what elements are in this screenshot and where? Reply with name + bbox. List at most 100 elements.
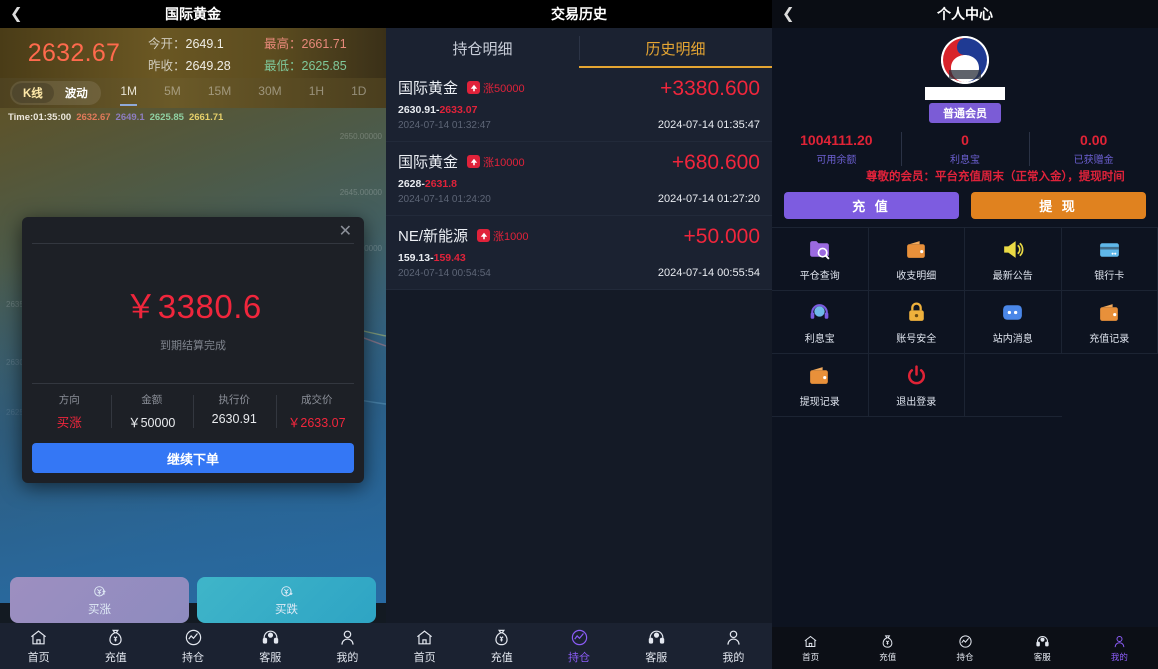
nav-home[interactable]: 首页 [386, 628, 463, 665]
grid-item-transactions[interactable]: 收支明细 [868, 228, 965, 291]
tab-kline[interactable]: K线 [12, 83, 54, 103]
row-direction-text: 涨10000 [483, 156, 525, 169]
table-row[interactable]: 国际黄金 涨10000 2628-2631.8 2024-07-14 01:24… [386, 142, 772, 216]
chart-circle-icon [185, 629, 201, 645]
period-1d[interactable]: 1D [351, 84, 366, 102]
row-symbol: 国际黄金 [398, 154, 459, 171]
nav-home[interactable]: 首页 [0, 628, 77, 665]
arrow-up-icon [477, 229, 491, 242]
nav-mine[interactable]: 我的 [1081, 634, 1158, 663]
membership-badge: 普通会员 [929, 103, 1001, 123]
yen-down-icon [280, 585, 293, 596]
low-label: 最低： [264, 58, 302, 73]
nav-support-label: 客服 [259, 651, 282, 664]
table-row[interactable]: 国际黄金 涨50000 2630.91-2633.07 2024-07-14 0… [386, 68, 772, 142]
balance-bonus-label: 已获赠金 [1073, 155, 1114, 166]
tab-volatility[interactable]: 波动 [54, 83, 99, 103]
row-open-time: 2024-07-14 01:32:47 [398, 120, 491, 131]
balance-bonus-value: 0.00 [1080, 132, 1108, 148]
row-open-time: 2024-07-14 01:24:20 [398, 194, 491, 205]
nav-mine[interactable]: 我的 [309, 628, 386, 665]
row-direction-badge: 涨1000 [477, 228, 529, 244]
dialog-header: ✕ [22, 217, 364, 243]
grid-item-recharge-records[interactable]: 充值记录 [1061, 291, 1158, 354]
grid-item-bank-card[interactable]: 银行卡 [1061, 228, 1158, 291]
back-icon[interactable]: ❮ [10, 7, 23, 22]
nav-positions[interactable]: 持仓 [926, 634, 1003, 663]
nav-recharge[interactable]: 充值 [849, 634, 926, 663]
nav-mine-label: 我的 [336, 651, 359, 664]
nav-positions[interactable]: 持仓 [154, 628, 231, 665]
period-15m[interactable]: 15M [208, 84, 231, 102]
folder-search-icon [810, 240, 830, 260]
period-30m[interactable]: 30M [258, 84, 281, 102]
grid-item-security[interactable]: 账号安全 [868, 291, 965, 354]
tab-history[interactable]: 历史明细 [579, 28, 772, 68]
panel1-topbar: ❮ 国际黄金 [0, 0, 386, 28]
wallet-icon [906, 240, 925, 258]
withdraw-button[interactable]: 提 现 [971, 192, 1146, 219]
grid-item-withdraw-records[interactable]: 提现记录 [772, 354, 869, 417]
nav-recharge[interactable]: 充值 [463, 628, 540, 665]
nav-support[interactable]: 客服 [618, 628, 695, 665]
dialog-body: ￥3380.6 到期结算完成 [22, 244, 364, 383]
row-close-time: 2024-07-14 01:27:20 [657, 193, 760, 205]
continue-order-button[interactable]: 继续下单 [32, 443, 354, 473]
chat-icon [1003, 304, 1023, 320]
table-row[interactable]: NE/新能源 涨1000 159.13-159.43 2024-07-14 00… [386, 216, 772, 290]
tab-holdings[interactable]: 持仓明细 [386, 28, 579, 68]
history-tabs: 持仓明细 历史明细 [386, 28, 772, 68]
grid-label: 利息宝 [804, 333, 835, 345]
buy-down-label: 买跌 [275, 603, 298, 616]
row-close-time: 2024-07-14 00:55:54 [657, 267, 760, 279]
recharge-button[interactable]: 充 值 [784, 192, 959, 219]
row-close-price: 159.43 [433, 252, 466, 264]
grid-item-interest[interactable]: 利息宝 [772, 291, 869, 354]
arrow-up-icon [467, 81, 481, 94]
nav-home[interactable]: 首页 [772, 634, 849, 663]
panel2-topbar: 交易历史 [386, 0, 772, 28]
nav-support[interactable]: 客服 [1004, 634, 1081, 663]
grid-item-messages[interactable]: 站内消息 [965, 291, 1062, 354]
detail-strike: 执行价 2630.91 [193, 392, 276, 431]
nav-support[interactable]: 客服 [232, 628, 309, 665]
open-label: 今开： [148, 36, 186, 51]
period-1h[interactable]: 1H [309, 84, 324, 102]
detail-settle-value: ￥2633.07 [287, 416, 346, 430]
nav-positions-label: 持仓 [182, 651, 204, 664]
detail-amount-value: ￥50000 [128, 416, 176, 430]
home-icon [804, 635, 817, 647]
grid-item-announcement[interactable]: 最新公告 [965, 228, 1062, 291]
nav-recharge[interactable]: 充值 [77, 628, 154, 665]
nav-recharge-label: 充值 [104, 651, 127, 664]
panel-trading-chart: ❮ 国际黄金 2632.67 今开：2649.1 昨收：2649.28 最高：2… [0, 0, 386, 669]
nav-mine[interactable]: 我的 [695, 628, 772, 665]
grid-item-logout[interactable]: 退出登录 [868, 354, 965, 417]
panel3-title: 个人中心 [937, 6, 993, 22]
buy-down-button[interactable]: 买跌 [197, 577, 376, 623]
nav-home-label: 首页 [27, 651, 50, 664]
row-open-time: 2024-07-14 00:54:54 [398, 268, 491, 279]
account-actions: 充 值 提 现 [772, 185, 1158, 227]
row-pnl: +50.000 [683, 225, 761, 248]
nav-recharge-label: 充值 [879, 651, 897, 662]
period-1m[interactable]: 1M [120, 84, 137, 106]
grid-item-close-query[interactable]: 平仓查询 [772, 228, 869, 291]
nav-support-label: 客服 [1033, 651, 1051, 662]
home-icon [417, 629, 433, 644]
nav-positions[interactable]: 持仓 [540, 628, 617, 665]
settlement-amount: ￥3380.6 [124, 288, 262, 325]
row-pnl: +3380.600 [660, 77, 760, 100]
nav-recharge-label: 充值 [490, 651, 513, 664]
back-icon[interactable]: ❮ [782, 7, 795, 22]
row-close-price: 2631.8 [424, 178, 457, 190]
nav-home-label: 首页 [413, 651, 436, 664]
balance-interest-label: 利息宝 [950, 155, 980, 166]
close-icon[interactable]: ✕ [339, 224, 352, 240]
buy-up-button[interactable]: 买涨 [10, 577, 189, 623]
grid-label: 充值记录 [1089, 333, 1130, 345]
chart-timeline-readout: Time:01:35:00 2632.67 2649.1 2625.85 266… [8, 112, 223, 123]
power-icon [907, 364, 925, 384]
period-5m[interactable]: 5M [164, 84, 181, 102]
detail-strike-value: 2630.91 [211, 412, 257, 426]
